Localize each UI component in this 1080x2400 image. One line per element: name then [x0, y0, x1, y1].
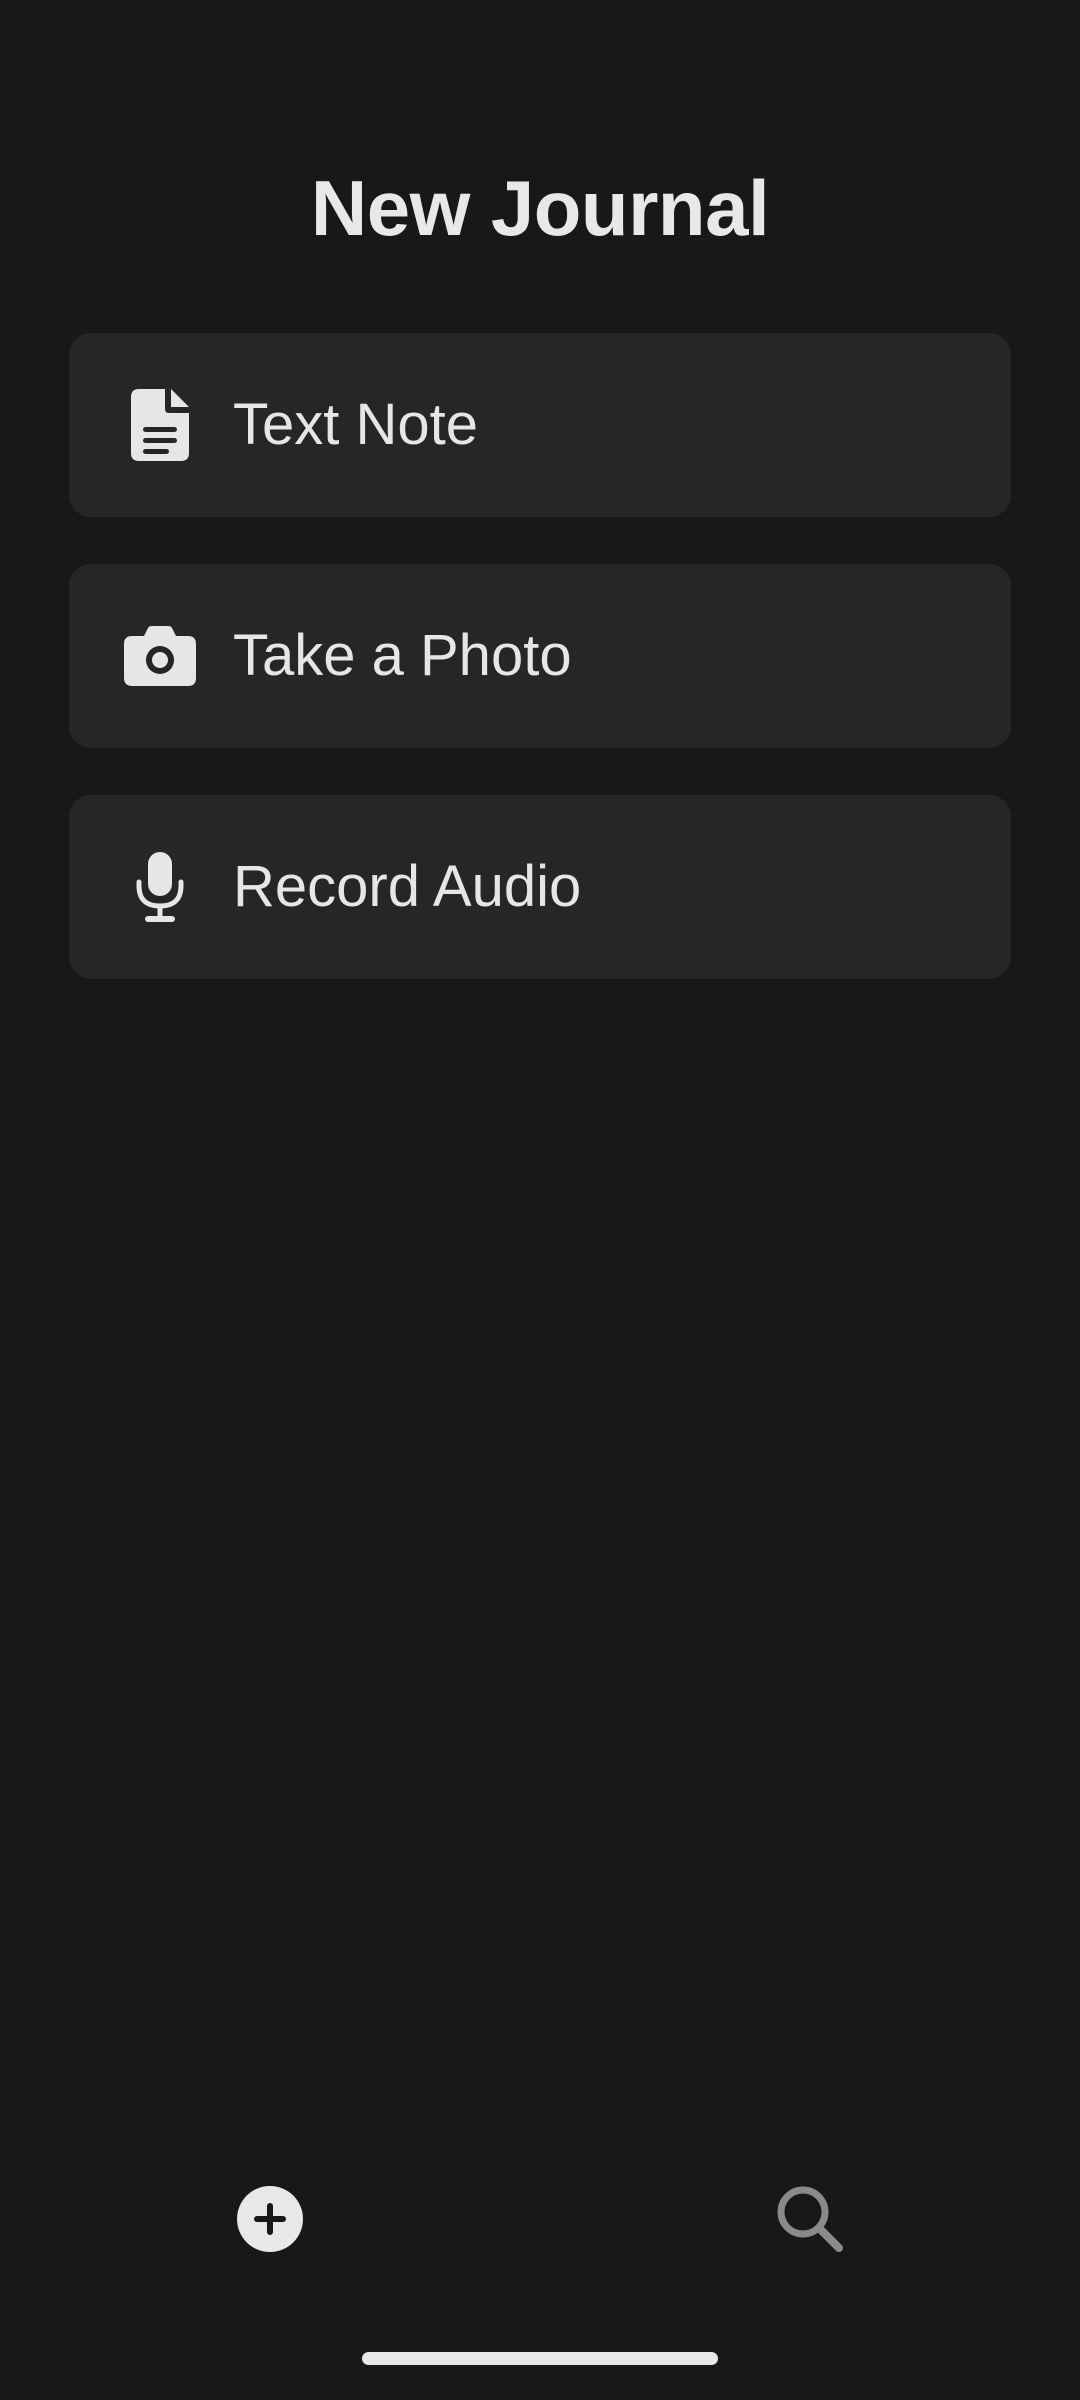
search-icon [775, 2184, 845, 2259]
search-button[interactable] [765, 2176, 855, 2266]
bottom-navigation [0, 2176, 1080, 2266]
add-circle-icon [237, 2185, 303, 2257]
take-photo-button[interactable]: Take a Photo [69, 564, 1011, 748]
document-icon [117, 382, 203, 468]
add-entry-button[interactable] [225, 2176, 315, 2266]
page-title: New Journal [310, 164, 770, 252]
record-audio-label: Record Audio [233, 854, 582, 919]
microphone-icon [117, 844, 203, 930]
camera-icon [117, 613, 203, 699]
text-note-label: Text Note [233, 392, 478, 457]
text-note-button[interactable]: Text Note [69, 333, 1011, 517]
record-audio-button[interactable]: Record Audio [69, 795, 1011, 979]
home-indicator[interactable] [362, 2352, 718, 2365]
journal-options-list: Text Note Take a Photo Record Audio [69, 333, 1011, 1026]
take-photo-label: Take a Photo [233, 623, 572, 688]
